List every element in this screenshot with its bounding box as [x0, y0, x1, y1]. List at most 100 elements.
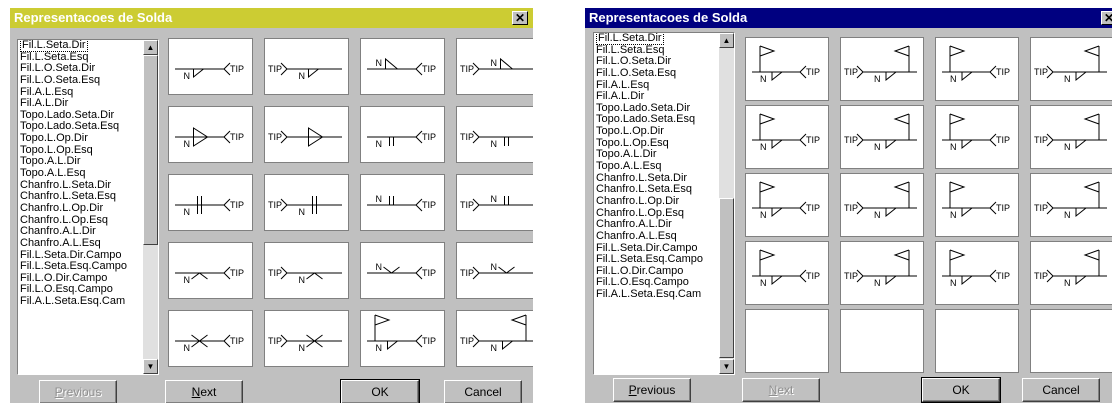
scroll-up-icon[interactable]: ▲ [719, 33, 734, 48]
weld-symbol-cell[interactable]: TIP N [264, 174, 349, 231]
list-item-label: Chanfro.A.L.Esq [20, 236, 101, 249]
empty-slot-icon [936, 310, 1018, 372]
weld-symbol-cell[interactable]: TIP N [168, 38, 253, 95]
next-button[interactable]: Next [742, 378, 820, 402]
weld-symbol-cell[interactable]: TIP N [745, 241, 829, 305]
weld-symbol-cell[interactable]: TIP N [1030, 105, 1112, 169]
scroll-thumb[interactable] [719, 198, 734, 358]
close-icon[interactable]: ✕ [1101, 11, 1112, 25]
n-label: N [1064, 210, 1071, 220]
previous-button[interactable]: Previous [39, 380, 117, 403]
weld-symbol-cell[interactable]: TIP N [360, 106, 445, 163]
list-scrollbar[interactable]: ▲ ▼ [719, 33, 734, 374]
weld-symbol-cell[interactable]: TIP N [1030, 241, 1112, 305]
weld-bevel-both-sides-left-icon: TIP N [268, 334, 342, 353]
ok-button[interactable]: OK [340, 379, 420, 403]
weld-symbol-cell[interactable]: TIP N [360, 310, 445, 367]
weld-symbol-cell[interactable]: TIP N [745, 173, 829, 237]
weld-symbol [856, 249, 917, 286]
tip-label: TIP [230, 336, 244, 346]
weld-field-square-arrow-side-left-icon: TIP N [844, 113, 917, 152]
weld-symbol-cell[interactable]: TIP N [168, 310, 253, 367]
list-item-label: Chanfro.L.Seta.Esq [20, 190, 117, 203]
cancel-button[interactable]: Cancel [1022, 378, 1100, 402]
list-item[interactable]: Fil.A.L.Seta.Esq.Cam [594, 288, 734, 301]
tip-label: TIP [806, 271, 820, 281]
weld-symbol [472, 130, 533, 146]
next-button[interactable]: Next [165, 380, 243, 403]
empty-symbol-slot[interactable] [935, 309, 1019, 373]
weld-fillet-other-side-left-icon: TIP N [460, 57, 533, 76]
weld-field-bevel-arrow-side-left-icon: TIP N [1034, 181, 1107, 220]
tip-label: TIP [230, 64, 244, 74]
weld-symbol [856, 113, 917, 150]
list-item-label: Fil.L.Seta.Esq [596, 43, 665, 56]
list-scrollbar[interactable]: ▲ ▼ [143, 40, 158, 374]
empty-symbol-slot[interactable] [1030, 309, 1112, 373]
weld-symbol-cell[interactable]: TIP N [840, 241, 924, 305]
scroll-down-icon[interactable]: ▼ [143, 359, 158, 374]
weld-symbol-cell[interactable]: TIP N [840, 173, 924, 237]
tip-label: TIP [422, 336, 436, 346]
list-item-label: Fil.L.O.Seta.Dir [596, 55, 672, 68]
ok-button[interactable]: OK [921, 377, 1001, 403]
weld-symbol-cell[interactable]: TIP N [745, 105, 829, 169]
list-item-label: Fil.L.Seta.Esq [20, 50, 89, 63]
list-item-label: Topo.L.Op.Esq [20, 143, 93, 156]
list-item-label: Fil.L.O.Seta.Esq [596, 66, 677, 79]
weld-symbol-cell[interactable]: TIP N [360, 242, 445, 299]
weld-symbol-cell[interactable]: TIP N [840, 105, 924, 169]
weld-symbol-cell[interactable]: TIP N [1030, 37, 1112, 101]
weld-symbol-cell[interactable]: TIP N [935, 241, 1019, 305]
empty-symbol-slot[interactable] [840, 309, 924, 373]
list-item-label: Topo.Lado.Seta.Dir [20, 108, 115, 121]
list-item[interactable]: Fil.A.L.Seta.Esq.Cam [18, 295, 158, 308]
tip-label: TIP [460, 200, 474, 210]
scroll-down-icon[interactable]: ▼ [719, 359, 734, 374]
weld-dialog-page-2: Representacoes de Solda ✕ Fil.L.Seta.Dir… [584, 8, 1112, 403]
weld-symbol-cell[interactable]: TIP N [264, 242, 349, 299]
tip-label: TIP [422, 268, 436, 278]
cancel-button[interactable]: Cancel [444, 380, 522, 403]
weld-symbol-cell[interactable]: TIP N [456, 174, 533, 231]
weld-symbol-cell[interactable]: TIP N [456, 242, 533, 299]
weld-symbol-cell[interactable]: TIP N [168, 242, 253, 299]
list-item-label: Topo.L.Op.Esq [596, 136, 669, 149]
tip-label: TIP [268, 132, 282, 142]
list-item-label: Topo.L.Op.Dir [596, 125, 664, 138]
weld-symbol-cell[interactable]: TIP N [935, 105, 1019, 169]
weld-symbol [1046, 113, 1107, 150]
weld-symbol-cell[interactable]: TIP N [456, 310, 533, 367]
n-label: N [760, 142, 767, 152]
weld-symbol-cell[interactable]: TIP N [264, 38, 349, 95]
weld-symbol-cell[interactable]: TIP N [840, 37, 924, 101]
weld-symbol-cell[interactable]: TIP N [935, 37, 1019, 101]
weld-field-square-both-sides-right-icon: TIP N [752, 181, 820, 220]
weld-symbol-cell[interactable]: TIP N [360, 174, 445, 231]
weld-symbol-cell[interactable]: TIP N [168, 174, 253, 231]
weld-symbol-cell[interactable]: TIP N [456, 106, 533, 163]
weld-symbol-cell[interactable]: TIP N [360, 38, 445, 95]
previous-button[interactable]: Previous [613, 378, 691, 402]
weld-symbol-cell[interactable]: TIP N [745, 37, 829, 101]
n-label: N [376, 343, 383, 353]
weld-type-list[interactable]: Fil.L.Seta.Dir Fil.L.Seta.Esq Fil.L.O.Seta… [593, 32, 735, 375]
weld-bevel-arrow-side-right-icon: TIP N [175, 266, 244, 285]
weld-type-list[interactable]: Fil.L.Seta.Dir Fil.L.Seta.Esq Fil.L.O.Seta… [17, 39, 159, 375]
weld-symbol-cell[interactable]: TIP N [168, 106, 253, 163]
n-label: N [874, 142, 881, 152]
weld-symbol-cell[interactable]: TIP N [1030, 173, 1112, 237]
empty-symbol-slot[interactable] [745, 309, 829, 373]
n-label: N [760, 74, 767, 84]
weld-symbol-cell[interactable]: TIP [264, 106, 349, 163]
weld-bevel-other-side-left-icon: TIP N [460, 262, 533, 280]
scroll-thumb[interactable] [143, 55, 158, 245]
weld-symbol-cell[interactable]: TIP N [264, 310, 349, 367]
weld-symbol-cell[interactable]: TIP N [456, 38, 533, 95]
weld-symbol-cell[interactable]: TIP N [935, 173, 1019, 237]
scroll-up-icon[interactable]: ▲ [143, 40, 158, 55]
list-item-label: Topo.Lado.Seta.Esq [596, 113, 696, 126]
close-icon[interactable]: ✕ [512, 11, 528, 25]
list-item-label: Fil.L.O.Esq.Campo [596, 276, 689, 289]
dialog-title: Representacoes de Solda [14, 10, 173, 25]
